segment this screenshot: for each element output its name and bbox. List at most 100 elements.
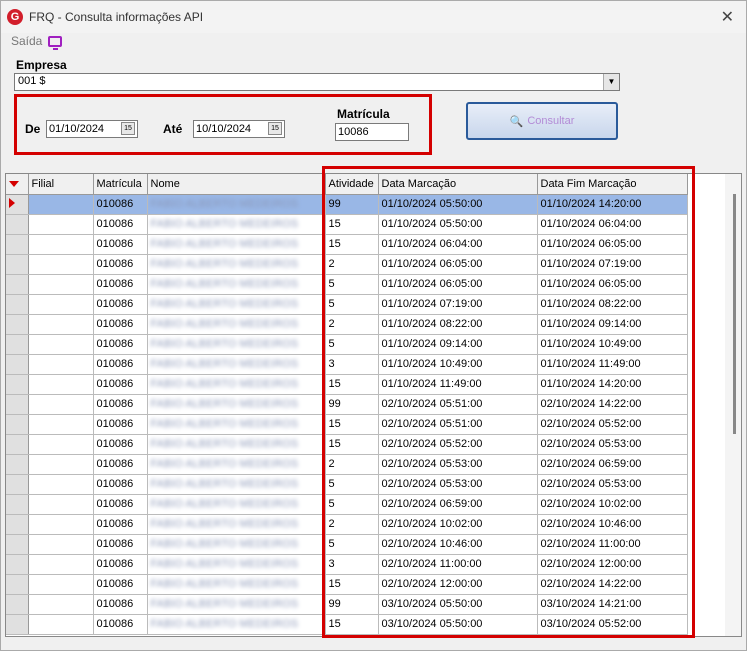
column-header-atividade[interactable]: Atividade	[325, 174, 379, 195]
cell-data-fim-marcacao[interactable]: 01/10/2024 10:49:00	[537, 334, 688, 355]
cell-atividade[interactable]: 5	[325, 334, 379, 355]
cell-data-fim-marcacao[interactable]: 01/10/2024 09:14:00	[537, 314, 688, 335]
cell-nome[interactable]: FABIO ALBERTO MEDEIROS	[147, 274, 326, 295]
table-row[interactable]: 010086 FABIO ALBERTO MEDEIROS 2 02/10/2024 …	[6, 514, 688, 535]
row-indicator[interactable]	[6, 354, 29, 375]
cell-nome[interactable]: FABIO ALBERTO MEDEIROS	[147, 354, 326, 375]
row-indicator[interactable]	[6, 574, 29, 595]
cell-data-fim-marcacao[interactable]: 02/10/2024 14:22:00	[537, 574, 688, 595]
cell-data-marcacao[interactable]: 01/10/2024 07:19:00	[378, 294, 538, 315]
row-indicator[interactable]	[6, 514, 29, 535]
cell-atividade[interactable]: 15	[325, 414, 379, 435]
cell-nome[interactable]: FABIO ALBERTO MEDEIROS	[147, 554, 326, 575]
cell-data-marcacao[interactable]: 02/10/2024 11:00:00	[378, 554, 538, 575]
cell-matricula[interactable]: 010086	[93, 594, 148, 615]
column-header-data-marcacao[interactable]: Data Marcação	[378, 174, 538, 195]
table-row[interactable]: 010086 FABIO ALBERTO MEDEIROS 15 02/10/2024…	[6, 414, 688, 435]
cell-atividade[interactable]: 2	[325, 314, 379, 335]
table-row[interactable]: 010086 FABIO ALBERTO MEDEIROS 15 01/10/2024…	[6, 214, 688, 235]
cell-data-fim-marcacao[interactable]: 02/10/2024 05:52:00	[537, 414, 688, 435]
cell-data-marcacao[interactable]: 01/10/2024 06:05:00	[378, 254, 538, 275]
row-indicator[interactable]	[6, 594, 29, 615]
cell-data-marcacao[interactable]: 02/10/2024 12:00:00	[378, 574, 538, 595]
cell-nome[interactable]: FABIO ALBERTO MEDEIROS	[147, 534, 326, 555]
cell-data-marcacao[interactable]: 01/10/2024 08:22:00	[378, 314, 538, 335]
cell-data-marcacao[interactable]: 02/10/2024 05:52:00	[378, 434, 538, 455]
cell-filial[interactable]	[28, 274, 94, 295]
row-indicator[interactable]	[6, 414, 29, 435]
cell-data-fim-marcacao[interactable]: 03/10/2024 14:21:00	[537, 594, 688, 615]
results-grid[interactable]: Filial Matrícula Nome Atividade Data Mar…	[5, 173, 742, 637]
cell-data-marcacao[interactable]: 01/10/2024 05:50:00	[378, 214, 538, 235]
cell-atividade[interactable]: 2	[325, 454, 379, 475]
cell-data-marcacao[interactable]: 02/10/2024 10:46:00	[378, 534, 538, 555]
cell-data-fim-marcacao[interactable]: 02/10/2024 12:00:00	[537, 554, 688, 575]
cell-atividade[interactable]: 2	[325, 514, 379, 535]
row-indicator[interactable]	[6, 534, 29, 555]
row-indicator[interactable]	[6, 234, 29, 255]
cell-data-fim-marcacao[interactable]: 01/10/2024 06:05:00	[537, 274, 688, 295]
current-row-indicator-icon[interactable]	[6, 194, 29, 215]
cell-atividade[interactable]: 15	[325, 214, 379, 235]
cell-filial[interactable]	[28, 534, 94, 555]
cell-data-marcacao[interactable]: 01/10/2024 06:05:00	[378, 274, 538, 295]
cell-data-fim-marcacao[interactable]: 01/10/2024 06:04:00	[537, 214, 688, 235]
cell-atividade[interactable]: 99	[325, 594, 379, 615]
cell-data-marcacao[interactable]: 02/10/2024 05:51:00	[378, 394, 538, 415]
cell-nome[interactable]: FABIO ALBERTO MEDEIROS	[147, 214, 326, 235]
cell-data-fim-marcacao[interactable]: 01/10/2024 07:19:00	[537, 254, 688, 275]
empresa-select[interactable]: 001 $ ▼	[14, 73, 620, 91]
cell-filial[interactable]	[28, 554, 94, 575]
cell-matricula[interactable]: 010086	[93, 214, 148, 235]
table-row[interactable]: 010086 FABIO ALBERTO MEDEIROS 99 01/10/2024…	[6, 194, 688, 215]
cell-atividade[interactable]: 15	[325, 434, 379, 455]
table-row[interactable]: 010086 FABIO ALBERTO MEDEIROS 3 02/10/2024 …	[6, 554, 688, 575]
table-row[interactable]: 010086 FABIO ALBERTO MEDEIROS 15 01/10/2024…	[6, 374, 688, 395]
cell-filial[interactable]	[28, 194, 94, 215]
cell-atividade[interactable]: 5	[325, 474, 379, 495]
cell-matricula[interactable]: 010086	[93, 394, 148, 415]
cell-data-marcacao[interactable]: 02/10/2024 05:53:00	[378, 474, 538, 495]
cell-filial[interactable]	[28, 494, 94, 515]
table-row[interactable]: 010086 FABIO ALBERTO MEDEIROS 3 01/10/2024 …	[6, 354, 688, 375]
cell-filial[interactable]	[28, 254, 94, 275]
cell-data-fim-marcacao[interactable]: 03/10/2024 05:52:00	[537, 614, 688, 635]
cell-filial[interactable]	[28, 354, 94, 375]
cell-data-fim-marcacao[interactable]: 02/10/2024 05:53:00	[537, 434, 688, 455]
table-row[interactable]: 010086 FABIO ALBERTO MEDEIROS 2 02/10/2024 …	[6, 454, 688, 475]
row-indicator[interactable]	[6, 614, 29, 635]
column-header-filial[interactable]: Filial	[28, 174, 94, 195]
cell-nome[interactable]: FABIO ALBERTO MEDEIROS	[147, 294, 326, 315]
menu-item-saida[interactable]: Saída	[11, 34, 42, 48]
table-row[interactable]: 010086 FABIO ALBERTO MEDEIROS 5 02/10/2024 …	[6, 494, 688, 515]
cell-nome[interactable]: FABIO ALBERTO MEDEIROS	[147, 574, 326, 595]
cell-matricula[interactable]: 010086	[93, 334, 148, 355]
cell-atividade[interactable]: 15	[325, 614, 379, 635]
cell-data-marcacao[interactable]: 02/10/2024 05:53:00	[378, 454, 538, 475]
cell-nome[interactable]: FABIO ALBERTO MEDEIROS	[147, 614, 326, 635]
cell-atividade[interactable]: 99	[325, 194, 379, 215]
cell-atividade[interactable]: 2	[325, 254, 379, 275]
table-row[interactable]: 010086 FABIO ALBERTO MEDEIROS 5 01/10/2024 …	[6, 294, 688, 315]
table-row[interactable]: 010086 FABIO ALBERTO MEDEIROS 5 02/10/2024 …	[6, 474, 688, 495]
cell-atividade[interactable]: 15	[325, 234, 379, 255]
scrollbar-thumb[interactable]	[733, 194, 736, 434]
column-header-nome[interactable]: Nome	[147, 174, 326, 195]
cell-matricula[interactable]: 010086	[93, 374, 148, 395]
row-indicator[interactable]	[6, 434, 29, 455]
cell-atividade[interactable]: 15	[325, 374, 379, 395]
cell-data-marcacao[interactable]: 01/10/2024 10:49:00	[378, 354, 538, 375]
row-indicator[interactable]	[6, 474, 29, 495]
cell-nome[interactable]: FABIO ALBERTO MEDEIROS	[147, 434, 326, 455]
cell-matricula[interactable]: 010086	[93, 574, 148, 595]
cell-data-fim-marcacao[interactable]: 01/10/2024 08:22:00	[537, 294, 688, 315]
table-row[interactable]: 010086 FABIO ALBERTO MEDEIROS 99 02/10/2024…	[6, 394, 688, 415]
cell-data-marcacao[interactable]: 01/10/2024 11:49:00	[378, 374, 538, 395]
row-indicator[interactable]	[6, 314, 29, 335]
cell-filial[interactable]	[28, 474, 94, 495]
cell-matricula[interactable]: 010086	[93, 534, 148, 555]
row-indicator[interactable]	[6, 294, 29, 315]
cell-data-marcacao[interactable]: 01/10/2024 09:14:00	[378, 334, 538, 355]
cell-atividade[interactable]: 5	[325, 534, 379, 555]
cell-nome[interactable]: FABIO ALBERTO MEDEIROS	[147, 394, 326, 415]
